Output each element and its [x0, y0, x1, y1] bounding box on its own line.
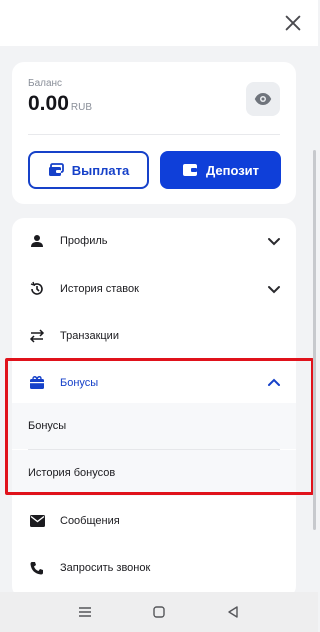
toggle-balance-visibility-button[interactable]	[246, 82, 280, 116]
chevron-down-icon	[268, 238, 280, 246]
deposit-button[interactable]: Депозит	[160, 151, 281, 189]
payout-label: Выплата	[71, 162, 130, 178]
deposit-label: Депозит	[205, 162, 260, 178]
payout-button[interactable]: Выплата	[28, 151, 149, 189]
back-icon[interactable]	[223, 602, 243, 622]
menu-item-label: Сообщения	[60, 515, 120, 527]
menu-icon[interactable]	[75, 602, 95, 622]
phone-icon	[28, 559, 46, 577]
envelope-icon	[28, 512, 46, 530]
highlight-box	[5, 358, 314, 495]
person-icon	[28, 232, 46, 250]
home-icon[interactable]	[149, 602, 169, 622]
menu-item-label: Транзакции	[60, 330, 119, 342]
wallet-icon	[48, 163, 64, 176]
menu-item-transactions[interactable]: Транзакции	[12, 313, 296, 359]
menu-item-label: Запросить звонок	[60, 562, 151, 574]
menu-item-label: Профиль	[60, 235, 108, 247]
eye-icon	[254, 93, 272, 105]
history-icon	[28, 280, 46, 298]
chevron-down-icon	[268, 286, 280, 294]
menu-item-bet-history[interactable]: История ставок	[12, 266, 296, 312]
balance-amount: 0.00 RUB	[28, 92, 92, 116]
menu-item-profile[interactable]: Профиль	[12, 218, 296, 264]
deposit-wallet-icon	[182, 164, 197, 176]
balance-card: Баланс 0.00 RUB Выплата Депозит	[12, 62, 296, 204]
divider	[28, 134, 280, 135]
top-bar	[0, 0, 318, 46]
menu-item-messages[interactable]: Сообщения	[12, 498, 296, 544]
balance-value: 0.00	[28, 92, 69, 115]
balance-currency: RUB	[70, 102, 92, 113]
transfer-icon	[28, 327, 46, 345]
menu-item-label: История ставок	[60, 283, 139, 295]
menu-item-request-call[interactable]: Запросить звонок	[12, 545, 296, 591]
balance-label: Баланс	[28, 78, 63, 89]
close-icon[interactable]	[282, 12, 304, 34]
scrollbar[interactable]	[313, 150, 316, 530]
system-navigation-bar	[0, 592, 318, 632]
